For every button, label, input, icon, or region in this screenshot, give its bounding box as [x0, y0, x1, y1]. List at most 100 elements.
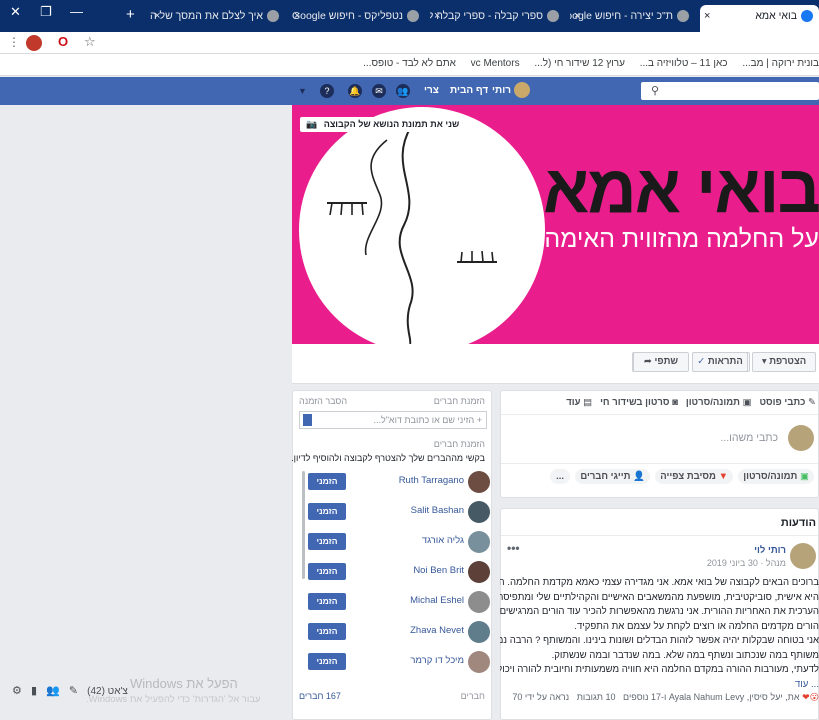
comments-count[interactable]: 10 תגובות: [577, 692, 616, 702]
post-line: הערכית את האחריות ההורית. אני נרגשת מהאפ…: [500, 606, 819, 617]
invite-button[interactable]: הזמני: [308, 563, 346, 580]
compose-message-icon[interactable]: ✎: [69, 685, 78, 697]
nav-create-link[interactable]: צרי: [424, 85, 439, 96]
composer-tab-more[interactable]: ▤ עוד: [566, 397, 592, 408]
composer-tab-post[interactable]: ✎ כתבי פוסט: [760, 397, 817, 408]
member-row: גליה אורגד הזמני: [300, 531, 490, 555]
reactions-summary[interactable]: את, יעל סיסין, Ayala Nahum Levy ו-17 נוס…: [623, 692, 800, 702]
bookmark-item[interactable]: אתם לא לבד - טופס...: [363, 58, 456, 69]
close-tab-icon[interactable]: ×: [154, 5, 160, 27]
change-cover-button[interactable]: שני את תמונת הנושא של הקבוצה 📷: [300, 117, 466, 132]
member-name[interactable]: Ruth Tarragano: [399, 475, 464, 486]
bookmark-item[interactable]: ערוץ 12 שידור חי (ל...: [534, 58, 625, 69]
chat-label[interactable]: צ'אט (42): [87, 686, 128, 697]
invite-button[interactable]: הזמני: [308, 593, 346, 610]
cover-subtitle: על החלמה מהזווית האימהית: [521, 225, 819, 253]
friend-requests-icon[interactable]: 👥: [396, 84, 410, 98]
video-call-icon[interactable]: ▮: [31, 685, 37, 697]
close-tab-icon[interactable]: ×: [704, 5, 710, 27]
joined-button[interactable]: הצטרפת ▾: [752, 352, 816, 372]
post-line: אני בטוחה שבקלות יהיה אפשר לזהות הבדלים …: [500, 635, 819, 646]
see-more-link[interactable]: ... עוד: [500, 678, 819, 693]
close-tab-icon[interactable]: ×: [574, 5, 580, 27]
invite-button[interactable]: הזמני: [308, 623, 346, 640]
member-name[interactable]: Salit Bashan: [411, 505, 464, 516]
address-book-icon[interactable]: [303, 414, 312, 426]
composer-option-tag-friends[interactable]: 👤 תייגי חברים: [575, 469, 650, 484]
post-composer: ✎ כתבי פוסט ▣ תמונה/סרטון ◙ סרטון בשידור…: [500, 390, 819, 498]
minimize-window-icon[interactable]: —: [70, 4, 83, 19]
tab-kabbalah-books[interactable]: ספרי קבלה - ספרי קבלה לנ ×: [430, 5, 565, 32]
composer-more-options[interactable]: ...: [550, 469, 571, 484]
menu-kebab-icon[interactable]: ⋮: [8, 35, 20, 49]
nav-home-link[interactable]: דף הבית: [450, 85, 488, 96]
bookmark-item[interactable]: בונית ירוקה | מב...: [742, 58, 819, 69]
post-options-icon[interactable]: •••: [507, 541, 520, 555]
new-tab-button[interactable]: +: [126, 6, 135, 23]
composer-option-photo[interactable]: ▣ תמונה/סרטון: [738, 469, 814, 484]
author-name[interactable]: רותי לוי: [754, 545, 786, 556]
avatar: [468, 531, 490, 553]
seen-count[interactable]: נראה על ידי 70: [512, 692, 569, 702]
avatar: [468, 471, 490, 493]
bookmark-item[interactable]: כאן 11 – טלוויזיה ב...: [640, 58, 728, 69]
member-row: Salit Bashan הזמני: [300, 501, 490, 525]
announcements-title: הודעות: [780, 517, 816, 529]
composer-tab-label: כתבי פוסט: [759, 397, 806, 408]
help-icon[interactable]: ?: [320, 84, 334, 98]
announcement-body: ברוכים הבאים לקבוצה של בואי אמא. אני מגד…: [500, 576, 819, 692]
google-icon: [407, 10, 419, 23]
settings-gear-icon[interactable]: ⚙: [12, 685, 22, 697]
composer-tab-label: עוד: [566, 397, 581, 408]
restore-window-icon[interactable]: ❐: [40, 4, 52, 20]
watch-party-icon: ▼: [718, 471, 728, 482]
close-window-icon[interactable]: ✕: [10, 4, 21, 20]
tab-netflix-search[interactable]: נטפליקס - חיפוש Google ×: [290, 5, 425, 32]
invite-button[interactable]: הזמני: [308, 473, 346, 490]
invite-button[interactable]: הזמני: [308, 533, 346, 550]
post-date[interactable]: 30 ביוני 2019: [707, 558, 758, 568]
member-name[interactable]: Michal Eshel: [410, 595, 464, 606]
composer-tab-label: סרטון בשידור חי: [600, 397, 670, 408]
group-chat-icon[interactable]: 👥: [46, 685, 60, 697]
share-button[interactable]: שתפי ➦: [633, 352, 689, 372]
bookmark-star-icon[interactable]: ☆: [84, 34, 96, 50]
invite-panel-title: הזמנת חברים: [433, 396, 485, 406]
tab-boi-ima[interactable]: בואי אמא ×: [700, 5, 819, 32]
user-avatar[interactable]: [514, 82, 530, 98]
member-name[interactable]: מיכל דו קרמר: [410, 655, 464, 666]
avatar: [468, 651, 490, 673]
invite-button[interactable]: הזמני: [308, 653, 346, 670]
browser-tab-strip: ✕ ❐ — + בואי אמא × ת"כ יצירה - חיפוש Goo…: [0, 0, 819, 32]
close-tab-icon[interactable]: ×: [434, 5, 440, 27]
invite-input[interactable]: + הזיני שם או כתובת דוא"ל...: [299, 411, 487, 429]
member-name[interactable]: גליה אורגד: [422, 535, 464, 546]
profile-avatar[interactable]: [26, 35, 42, 51]
group-cover-photo: בואי אמא על החלמה מהזווית האימהית: [292, 105, 819, 344]
search-input[interactable]: ⚲: [641, 82, 819, 100]
composer-tabs: ✎ כתבי פוסט ▣ תמונה/סרטון ◙ סרטון בשידור…: [566, 397, 816, 408]
composer-option-watch-party[interactable]: ▼ מסיבת צפייה: [655, 469, 733, 484]
account-menu-chevron-icon[interactable]: ▼: [298, 86, 307, 96]
tab-google-search-1[interactable]: ת"כ יצירה - חיפוש Google ×: [570, 5, 695, 32]
opera-extension-icon[interactable]: O: [58, 34, 68, 49]
invite-hint-link[interactable]: הסבר הזמנה: [299, 396, 347, 406]
more-icon: ▤: [583, 397, 593, 408]
notifications-button[interactable]: התראות ✓: [692, 352, 748, 372]
tab-screenshot-howto[interactable]: איך לצלם את המסך של הנו ×: [150, 5, 285, 32]
invite-button[interactable]: הזמני: [308, 503, 346, 520]
tag-friends-icon: 👤: [633, 471, 645, 482]
post-line: הורים מקדמים החלמה או רוצים לקחת על עצמם…: [574, 620, 819, 632]
bookmark-item[interactable]: vc Mentors: [471, 58, 520, 69]
composer-option-label: תייגי חברים: [580, 471, 631, 482]
member-name[interactable]: Noi Ben Brit: [413, 565, 464, 576]
composer-tab-live[interactable]: ◙ סרטון בשידור חי: [600, 397, 678, 408]
close-tab-icon[interactable]: ×: [294, 5, 300, 27]
nav-user-name[interactable]: רותי: [492, 85, 511, 96]
members-count-link[interactable]: 167 חברים: [299, 691, 341, 701]
composer-tab-photo[interactable]: ▣ תמונה/סרטון: [686, 397, 752, 408]
notifications-bell-icon[interactable]: 🔔: [348, 84, 362, 98]
member-name[interactable]: Zhava Nevet: [410, 625, 464, 636]
composer-input[interactable]: כתבי משהו...: [720, 432, 778, 444]
messenger-icon[interactable]: ✉: [372, 84, 386, 98]
